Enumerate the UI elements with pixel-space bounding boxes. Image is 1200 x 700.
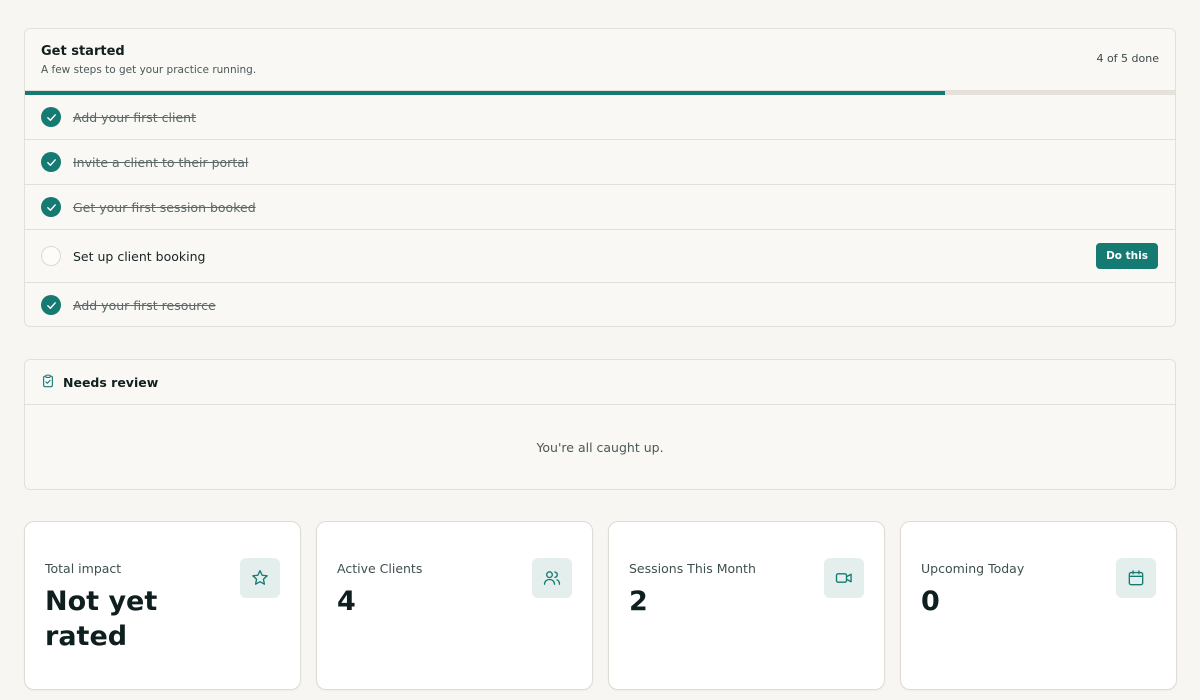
stat-value: 2 <box>629 586 648 617</box>
stat-label: Sessions This Month <box>629 561 756 576</box>
get-started-header: Get started A few steps to get your prac… <box>25 29 1175 91</box>
stat-value: 4 <box>337 586 356 617</box>
progress-count: 4 of 5 done <box>1096 52 1159 65</box>
check-icon <box>41 152 61 172</box>
needs-review-header: Needs review <box>25 360 1175 405</box>
get-started-title: Get started <box>41 44 125 59</box>
task-label: Set up client booking <box>73 248 206 264</box>
task-label: Add your first client <box>73 109 196 125</box>
needs-review-panel: Needs review You're all caught up. <box>24 359 1176 490</box>
check-icon <box>41 197 61 217</box>
task-label: Add your first resource <box>73 297 216 313</box>
do-this-button[interactable]: Do this <box>1096 243 1158 269</box>
empty-circle-icon <box>41 246 61 266</box>
task-add-first-resource[interactable]: Add your first resource <box>25 283 1175 326</box>
check-icon <box>41 107 61 127</box>
get-started-panel: Get started A few steps to get your prac… <box>24 28 1176 327</box>
stat-card-sessions-this-month[interactable]: Sessions This Month 2 <box>608 521 885 690</box>
task-set-up-client-booking[interactable]: Set up client booking Do this <box>25 230 1175 283</box>
stat-value: 0 <box>921 586 940 617</box>
stat-label: Total impact <box>45 561 122 576</box>
star-icon <box>240 558 280 598</box>
task-first-session-booked[interactable]: Get your first session booked <box>25 185 1175 230</box>
task-label: Invite a client to their portal <box>73 154 249 170</box>
stat-label: Upcoming Today <box>921 561 1025 576</box>
get-started-subtitle: A few steps to get your practice running… <box>41 64 257 76</box>
task-label: Get your first session booked <box>73 199 256 215</box>
task-invite-client-portal[interactable]: Invite a client to their portal <box>25 140 1175 185</box>
stat-label: Active Clients <box>337 561 423 576</box>
calendar-icon <box>1116 558 1156 598</box>
stat-card-total-impact[interactable]: Total impact Not yet rated <box>24 521 301 690</box>
stat-value: Not yet rated <box>45 586 158 652</box>
check-icon <box>41 295 61 315</box>
users-icon <box>532 558 572 598</box>
needs-review-title: Needs review <box>63 374 159 390</box>
needs-review-empty-state: You're all caught up. <box>536 439 664 455</box>
stat-card-active-clients[interactable]: Active Clients 4 <box>316 521 593 690</box>
clipboard-check-icon <box>41 373 55 392</box>
video-icon <box>824 558 864 598</box>
stat-card-upcoming-today[interactable]: Upcoming Today 0 <box>900 521 1177 690</box>
task-add-first-client[interactable]: Add your first client <box>25 95 1175 140</box>
